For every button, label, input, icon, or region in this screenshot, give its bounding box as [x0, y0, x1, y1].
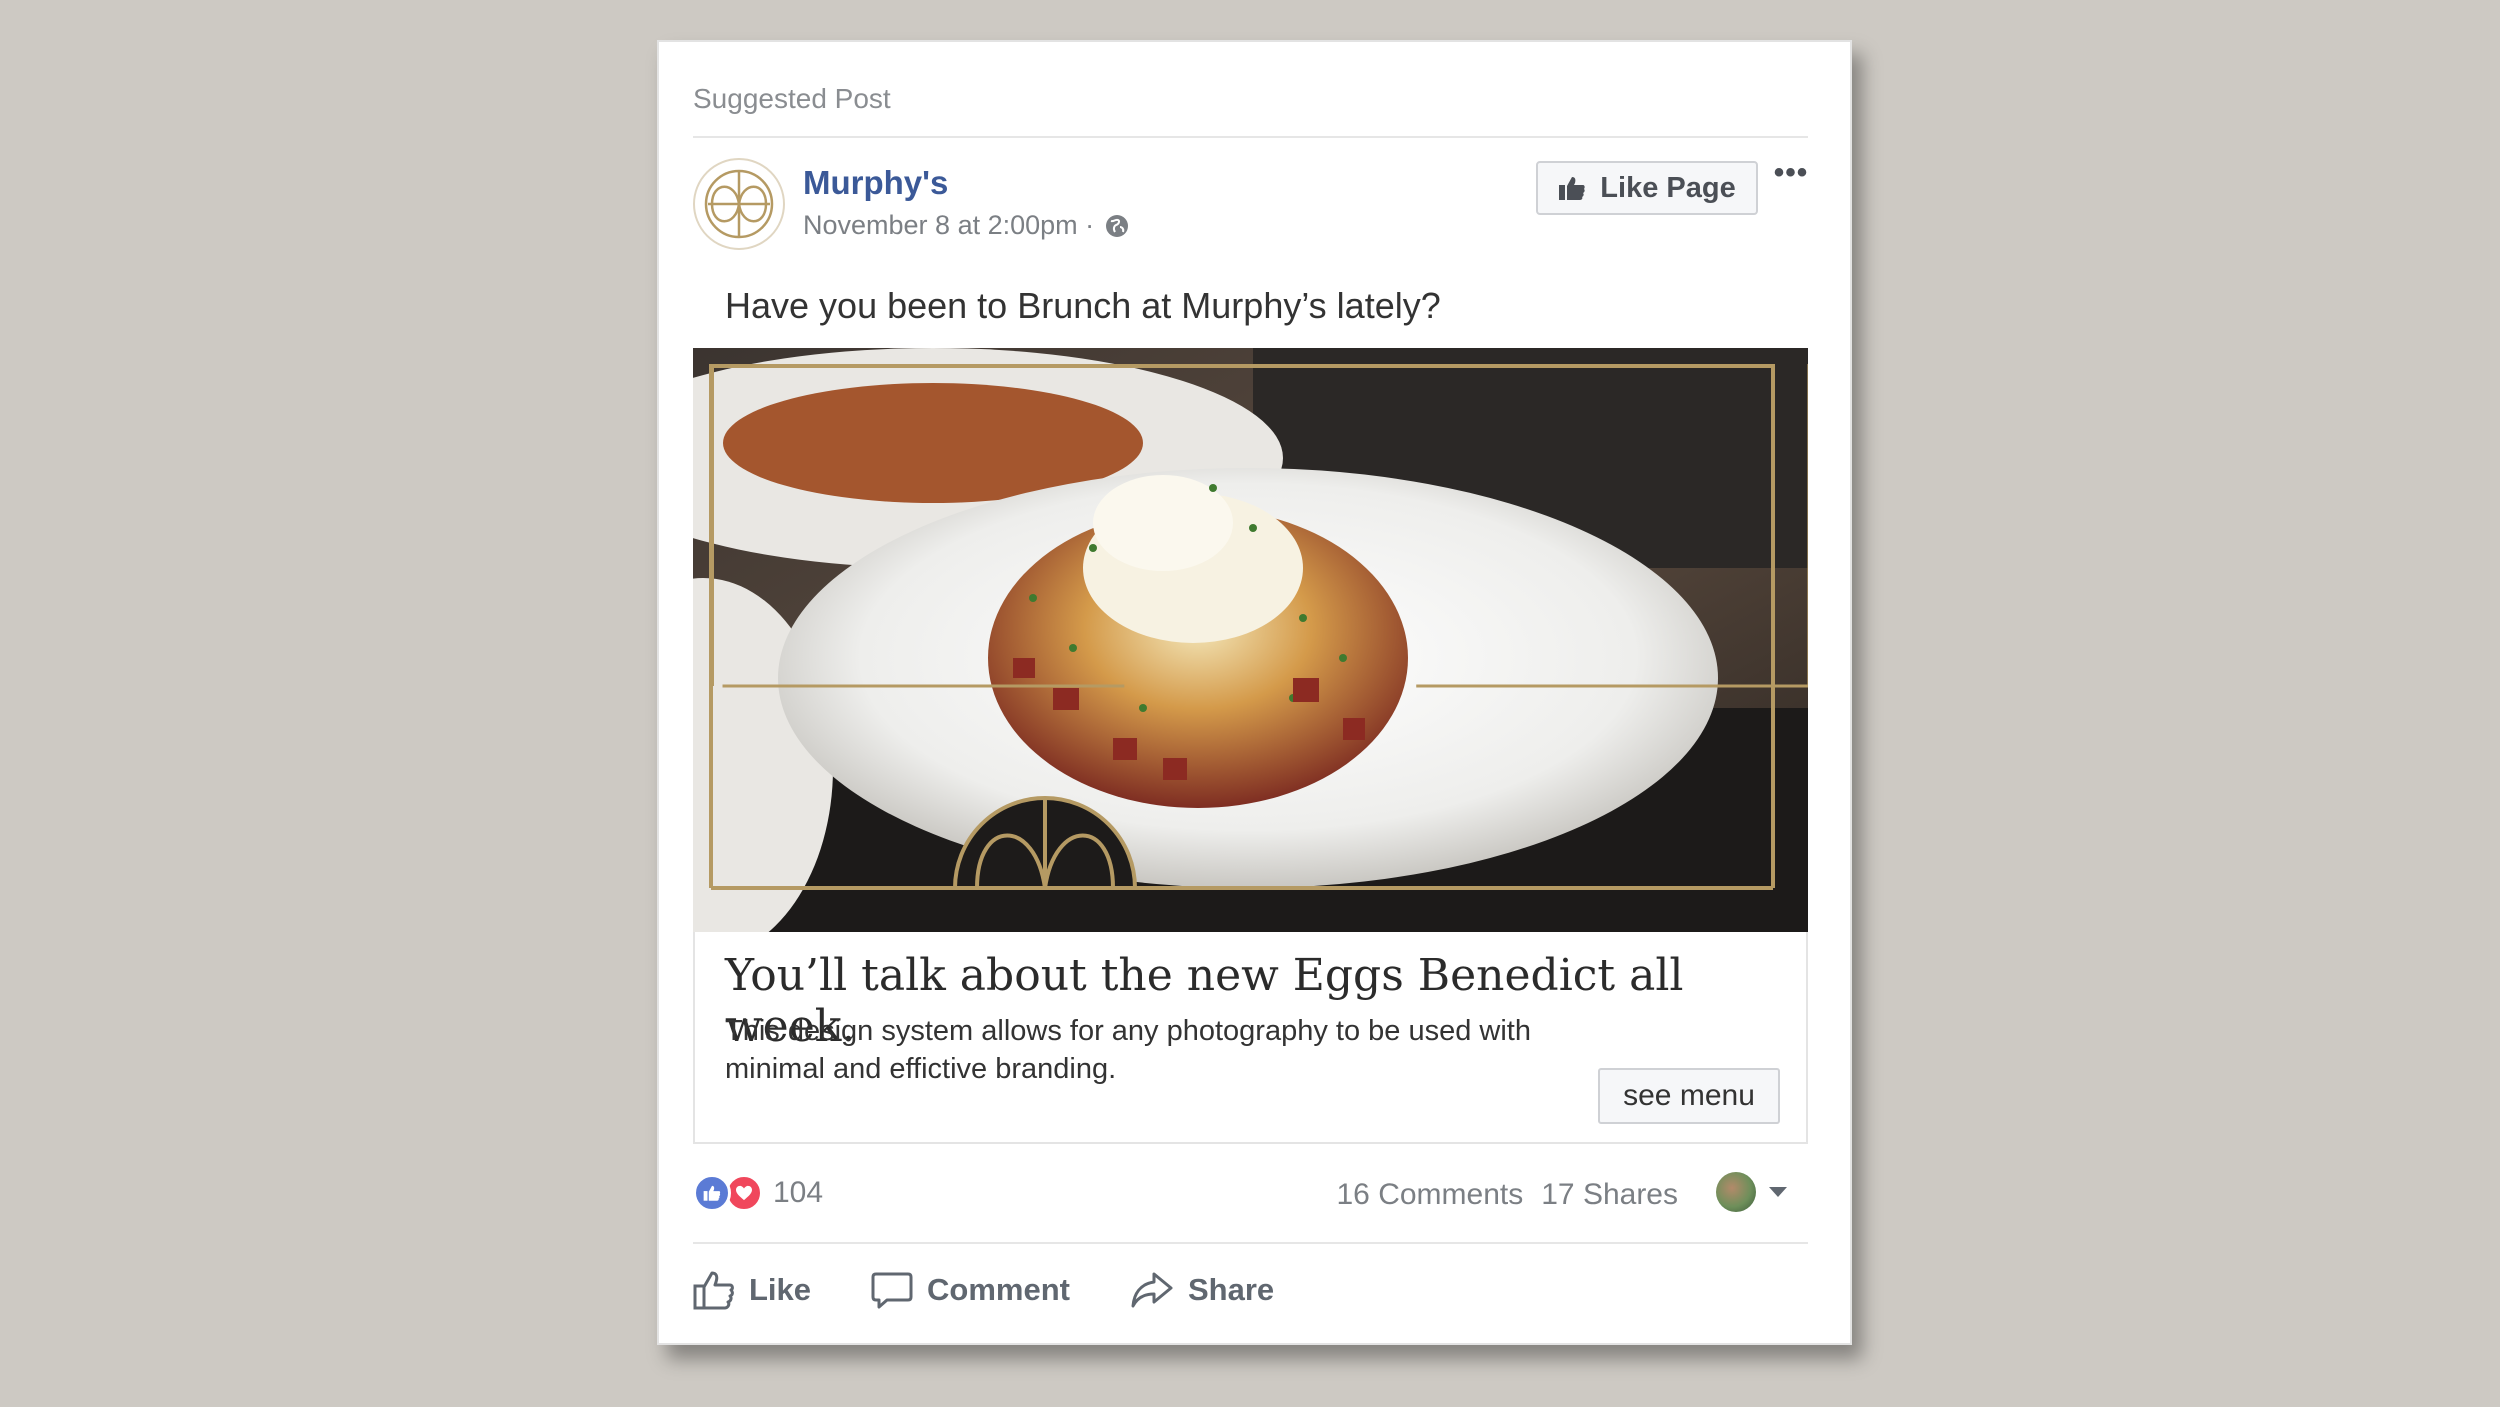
post-photo[interactable] — [693, 348, 1808, 932]
viewer-avatar — [1716, 1172, 1756, 1212]
comment-button[interactable]: Comment — [871, 1270, 1070, 1310]
viewer-selector[interactable] — [1716, 1172, 1788, 1212]
link-preview[interactable]: You’ll talk about the new Eggs Benedict … — [693, 932, 1808, 1144]
comment-icon — [871, 1272, 913, 1309]
shares-count-link[interactable]: 17 Shares — [1541, 1178, 1678, 1212]
like-page-label: Like Page — [1600, 171, 1736, 204]
comments-count-link[interactable]: 16 Comments — [1336, 1178, 1523, 1212]
like-reaction-icon — [693, 1174, 731, 1212]
chevron-down-icon — [1769, 1187, 1787, 1197]
brunch-photo-image — [693, 348, 1808, 932]
murphys-logo-icon — [704, 169, 774, 239]
page-avatar[interactable] — [693, 158, 785, 250]
post-text: Have you been to Brunch at Murphy’s late… — [725, 285, 1441, 326]
share-label: Share — [1187, 1272, 1275, 1307]
reaction-count: 104 — [773, 1176, 824, 1209]
share-button[interactable]: Share — [1130, 1270, 1274, 1310]
thumbs-up-icon — [693, 1271, 734, 1310]
like-label: Like — [749, 1272, 812, 1307]
post-meta: November 8 at 2:00pm · — [803, 210, 1130, 241]
thumbs-up-icon — [1559, 177, 1585, 200]
post-stats: 104 16 Comments 17 Shares — [693, 1144, 1808, 1244]
see-menu-button[interactable]: see menu — [1598, 1068, 1780, 1124]
page-name-link[interactable]: Murphy's — [803, 164, 948, 202]
globe-icon — [1106, 214, 1129, 237]
post-inner: Suggested Post Murphy's November 8 at 2:… — [693, 78, 1808, 1336]
engagement-counts: 16 Comments 17 Shares — [1336, 1178, 1678, 1212]
reactions-summary[interactable]: 104 — [693, 1174, 823, 1212]
link-description: This design system allows for any photog… — [725, 1015, 1531, 1085]
more-options-icon[interactable]: ••• — [1768, 156, 1814, 189]
like-button[interactable]: Like — [693, 1270, 811, 1310]
suggested-post-label: Suggested Post — [693, 78, 1808, 138]
suggested-post-card: Suggested Post Murphy's November 8 at 2:… — [657, 40, 1852, 1345]
post-timestamp[interactable]: November 8 at 2:00pm · — [803, 210, 1094, 241]
comment-label: Comment — [927, 1272, 1070, 1307]
post-actions: Like Comment Share — [693, 1244, 1808, 1336]
post-header: Murphy's November 8 at 2:00pm · Like Pag… — [693, 156, 1808, 278]
share-icon — [1131, 1272, 1173, 1308]
like-page-button[interactable]: Like Page — [1536, 161, 1758, 215]
